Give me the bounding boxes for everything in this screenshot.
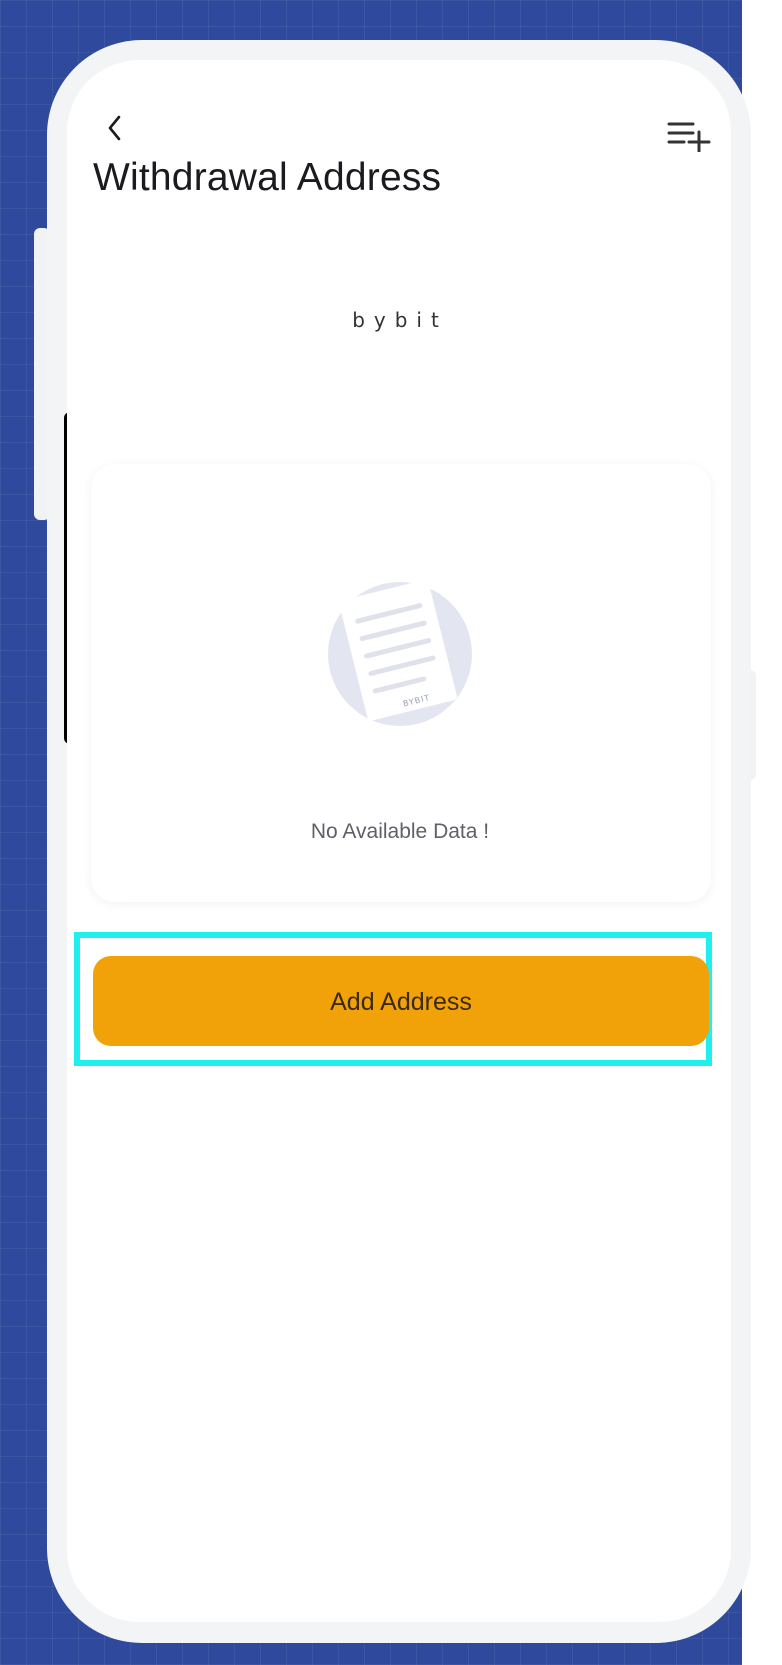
bybit-watermark-logo: bybit	[352, 308, 448, 332]
empty-state-message: No Available Data !	[310, 820, 490, 843]
chevron-left-icon	[108, 115, 121, 141]
add-address-list-button[interactable]	[667, 120, 713, 152]
list-add-icon	[667, 122, 711, 152]
page-title: Withdrawal Address	[93, 156, 442, 199]
empty-document-icon: BYBIT	[322, 578, 478, 738]
add-address-button[interactable]: Add Address	[93, 956, 709, 1046]
back-button[interactable]	[104, 113, 126, 143]
